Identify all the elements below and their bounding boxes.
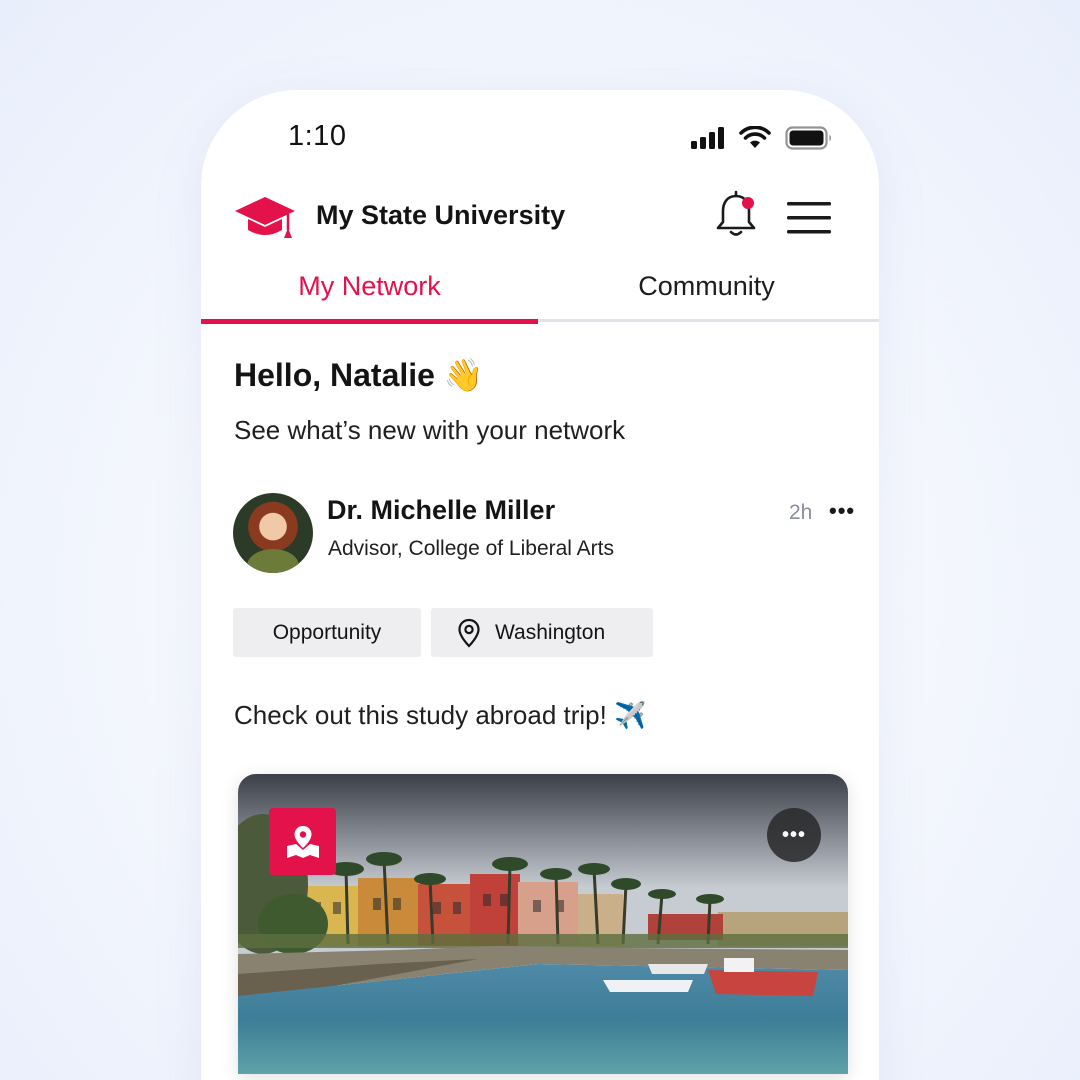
status-icons [691, 126, 833, 150]
wifi-icon [739, 126, 771, 148]
location-pin-icon [458, 618, 480, 648]
tab-bar: My Network Community [201, 270, 879, 324]
tab-community[interactable]: Community [538, 270, 875, 322]
image-more-button[interactable]: ••• [767, 808, 821, 862]
greeting-title: Hello, Natalie 👋 [234, 357, 484, 393]
map-pin-glyph [286, 825, 319, 858]
avatar[interactable] [233, 493, 313, 573]
signal-icon [691, 127, 724, 149]
post-text: Check out this study abroad trip! ✈️ [234, 700, 647, 730]
post-timestamp: 2h [789, 501, 813, 524]
tag-label: Washington [495, 620, 606, 644]
status-time: 1:10 [288, 120, 347, 152]
greeting-subtitle: See what’s new with your network [234, 415, 626, 445]
graduation-cap-icon [235, 197, 295, 238]
author-role: Advisor, College of Liberal Arts [328, 537, 614, 560]
map-location-icon [269, 808, 336, 875]
tab-my-network[interactable]: My Network [201, 270, 538, 324]
tag-location[interactable]: Washington [431, 608, 653, 657]
post-more-button[interactable]: ••• [829, 498, 855, 524]
notification-dot [742, 197, 754, 209]
app-header: My State University [234, 190, 834, 246]
phone-frame: 1:10 My State University My Network Comm… [201, 90, 879, 1080]
tag-opportunity[interactable]: Opportunity [233, 608, 421, 657]
battery-icon [785, 126, 831, 150]
tag-label: Opportunity [272, 620, 382, 644]
avatar-shoulders [247, 549, 299, 573]
author-name[interactable]: Dr. Michelle Miller [327, 495, 555, 526]
post-image-card[interactable]: ••• [238, 774, 848, 1074]
app-title: My State University [316, 200, 566, 230]
hamburger-menu-icon[interactable] [787, 202, 831, 234]
